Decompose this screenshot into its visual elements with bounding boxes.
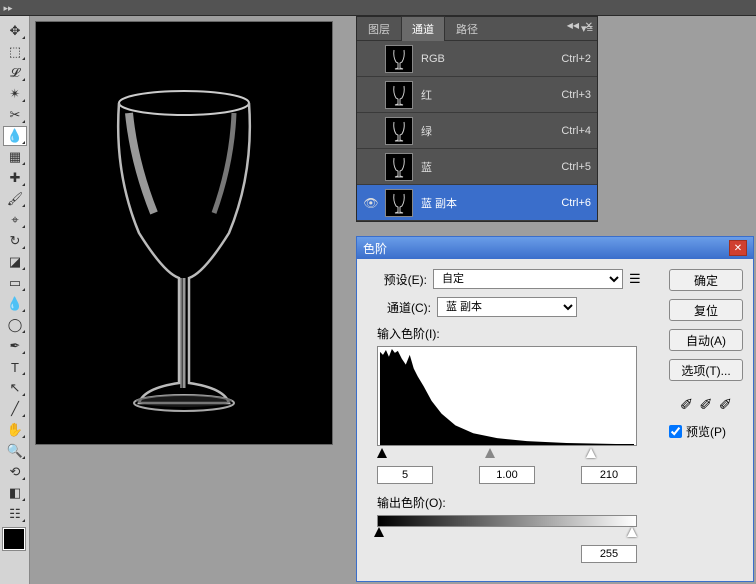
move-tool[interactable]: ✥ [3,21,27,41]
channel-select[interactable]: 蓝 副本 [437,297,577,317]
channel-row-红[interactable]: 红 Ctrl+3 [357,77,597,113]
zoom-tool[interactable]: 🔍 [3,441,27,461]
notes-tool[interactable]: ☷ [3,504,27,524]
output-gradient [377,515,637,527]
channel-shortcut: Ctrl+4 [561,125,591,137]
eyedropper-black-icon[interactable]: ✐ [680,395,693,415]
gradient-tool[interactable]: ▭ [3,273,27,293]
eraser-tool[interactable]: ◪ [3,252,27,272]
preview-checkbox-input[interactable] [669,425,682,438]
input-levels-label: 输入色阶(I): [377,325,647,342]
visibility-icon[interactable]: 👁 [363,195,379,211]
black-point-slider[interactable] [377,448,387,458]
channel-shortcut: Ctrl+5 [561,161,591,173]
close-button[interactable]: ✕ [729,240,747,256]
blur-tool[interactable]: 💧 [3,294,27,314]
white-point-slider[interactable] [586,448,596,458]
stamp-tool[interactable]: ⌖ [3,210,27,230]
line-tool[interactable]: ╱ [3,399,27,419]
input-gamma-field[interactable] [479,466,535,484]
document-canvas[interactable] [36,22,332,444]
crop-tool[interactable]: ✂ [3,105,27,125]
tab-paths[interactable]: 路径 [445,16,489,42]
input-black-field[interactable] [377,466,433,484]
output-slider[interactable] [377,527,637,541]
channel-label: 通道(C): [377,299,431,316]
channel-thumbnail [385,81,413,109]
hand-tool[interactable]: ✋ [3,420,27,440]
channel-shortcut: Ctrl+2 [561,53,591,65]
channel-thumbnail [385,117,413,145]
channel-name: 绿 [421,123,561,139]
rotate-tool[interactable]: ⟲ [3,462,27,482]
output-white-field[interactable] [581,545,637,563]
levels-dialog: 色阶 ✕ 预设(E): 自定 ☰ 通道(C): 蓝 副本 输入色阶(I): [356,236,754,582]
channel-row-蓝 副本[interactable]: 👁 蓝 副本 Ctrl+6 [357,185,597,221]
type-tool[interactable]: T [3,357,27,377]
channels-panel: ◀◀ ✕ 图层 通道 路径 ▾≡ RGB Ctrl+2 红 Ctrl+3 绿 C… [356,16,598,222]
pen-tool[interactable]: ✒ [3,336,27,356]
channel-thumbnail [385,189,413,217]
brush-tool[interactable]: 🖌 [3,189,27,209]
channel-shortcut: Ctrl+3 [561,89,591,101]
options-button[interactable]: 选项(T)... [669,359,743,381]
preset-select[interactable]: 自定 [433,269,623,289]
dialog-title: 色阶 [363,240,387,257]
eyedropper-tool[interactable]: 💧 [3,126,27,146]
eyedropper-white-icon[interactable]: ✐ [719,395,732,415]
marquee-tool[interactable]: ⬚ [3,42,27,62]
dodge-tool[interactable]: ◯ [3,315,27,335]
preset-menu-icon[interactable]: ☰ [629,271,641,287]
ok-button[interactable]: 确定 [669,269,743,291]
cancel-button[interactable]: 复位 [669,299,743,321]
channel-row-蓝[interactable]: 蓝 Ctrl+5 [357,149,597,185]
auto-button[interactable]: 自动(A) [669,329,743,351]
histogram [377,346,637,446]
toolbox: ✥ ⬚ 𝓛 ✴ ✂ 💧 ▦ ✚ 🖌 ⌖ ↻ ◪ ▭ 💧 ◯ ✒ T ↖ ╱ ✋ … [0,16,30,584]
path-select-tool[interactable]: ↖ [3,378,27,398]
input-white-field[interactable] [581,466,637,484]
wineglass-image [84,43,284,423]
collapse-icon[interactable]: ◀◀ [567,21,579,30]
channel-row-RGB[interactable]: RGB Ctrl+2 [357,41,597,77]
channel-name: 蓝 [421,159,561,175]
channel-name: 红 [421,87,561,103]
preview-checkbox[interactable]: 预览(P) [669,423,743,440]
output-white-slider[interactable] [627,527,637,537]
channel-row-绿[interactable]: 绿 Ctrl+4 [357,113,597,149]
channel-shortcut: Ctrl+6 [561,197,591,209]
eyedropper-gray-icon[interactable]: ✐ [699,395,712,415]
channel-name: 蓝 副本 [421,195,561,211]
channel-name: RGB [421,53,561,65]
input-slider[interactable] [377,448,637,462]
3d-tool[interactable]: ◧ [3,483,27,503]
visibility-icon[interactable] [363,51,379,67]
foreground-swatch[interactable] [3,528,25,550]
tab-layers[interactable]: 图层 [357,16,401,42]
preset-label: 预设(E): [367,271,427,288]
channel-thumbnail [385,153,413,181]
expand-panels-icon[interactable]: ▸▸ [0,0,16,16]
output-black-slider[interactable] [374,527,384,537]
lasso-tool[interactable]: 𝓛 [3,63,27,83]
canvas-area [30,16,350,456]
healing-tool[interactable]: ✚ [3,168,27,188]
visibility-icon[interactable] [363,159,379,175]
wand-tool[interactable]: ✴ [3,84,27,104]
tab-channels[interactable]: 通道 [401,16,445,41]
gamma-slider[interactable] [485,448,495,458]
visibility-icon[interactable] [363,123,379,139]
history-brush-tool[interactable]: ↻ [3,231,27,251]
channel-thumbnail [385,45,413,73]
output-levels-label: 输出色阶(O): [377,494,647,511]
close-icon[interactable]: ✕ [585,21,593,32]
visibility-icon[interactable] [363,87,379,103]
ruler-tool[interactable]: ▦ [3,147,27,167]
